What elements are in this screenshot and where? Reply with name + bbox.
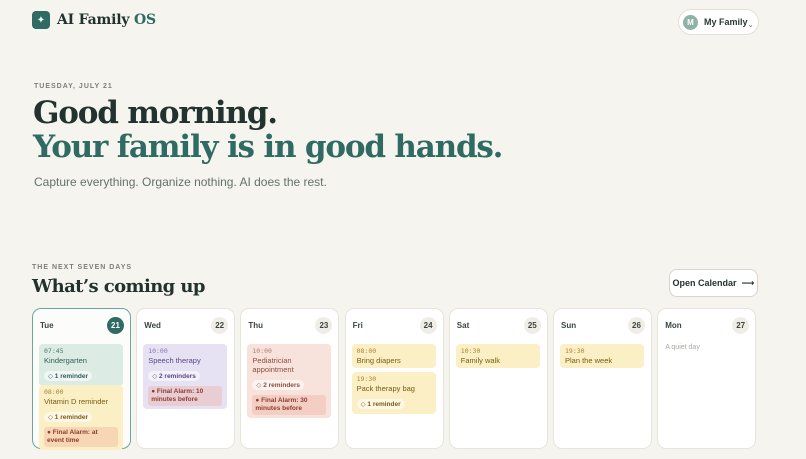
app-name: AI Family OS	[57, 12, 156, 28]
day-header: Wed 22	[144, 317, 229, 334]
event-title: Pediatrician appointment	[252, 356, 294, 374]
avatar: M	[683, 14, 698, 30]
app-name-main: AI Family	[57, 12, 130, 28]
event-time: 08:00	[356, 347, 377, 355]
event-time: 10:00	[252, 347, 272, 355]
day-card-mon[interactable]: Mon 27 A quiet day	[657, 308, 757, 449]
day-card-thu[interactable]: Thu 23 10:00 Pediatrician appointment ◇ 2 re…	[240, 308, 340, 449]
event-title: Family walk	[460, 356, 500, 365]
day-number: 27	[732, 317, 750, 334]
day-name: Wed	[144, 321, 161, 330]
empty-day-text: A quiet day	[665, 344, 700, 351]
arrow-right-icon: ⟶	[741, 277, 755, 288]
reminder-badge: ◇ 2 reminders	[148, 371, 200, 381]
day-card-sun[interactable]: Sun 26 19:30 Plan the week	[553, 308, 652, 449]
event-title: Speech therapy	[148, 356, 201, 365]
event-card[interactable]: 19:30 Pack therapy bag ◇ 1 reminder	[351, 372, 436, 414]
day-number: 24	[419, 317, 437, 334]
open-calendar-label: Open Calendar	[672, 278, 737, 288]
event-time: 10:30	[460, 347, 481, 355]
family-switcher-button[interactable]: M My Family ⌄	[678, 9, 759, 35]
final-alarm-badge: ● Final Alarm: 10 minutes before	[148, 386, 223, 406]
reminder-badge: ◇ 1 reminder	[44, 412, 93, 422]
current-date: TUESDAY, JULY 21	[34, 83, 113, 90]
day-name: Tue	[40, 321, 54, 330]
event-card[interactable]: 10:00 Pediatrician appointment ◇ 2 reminde…	[247, 344, 332, 418]
greeting-heading: Good morning.	[33, 95, 278, 131]
reminder-badge: ◇ 1 reminder	[44, 371, 93, 381]
day-number: 25	[523, 317, 541, 334]
day-name: Mon	[665, 321, 682, 330]
day-number: 22	[211, 317, 229, 334]
final-alarm-badge: ● Final Alarm: at event time	[44, 427, 118, 447]
event-card[interactable]: 10:30 Family walk	[455, 344, 540, 368]
event-card[interactable]: 10:00 Speech therapy ◇ 2 reminders ● Final …	[143, 344, 228, 409]
app-logo[interactable]: ✦ AI Family OS	[32, 11, 156, 29]
day-number: 23	[315, 317, 333, 334]
day-name: Fri	[352, 321, 363, 330]
day-card-sat[interactable]: Sat 25 10:30 Family walk	[448, 308, 548, 449]
event-title: Kindergarten	[44, 356, 87, 365]
day-card-wed[interactable]: Wed 22 10:00 Speech therapy ◇ 2 reminders ● F…	[136, 308, 236, 449]
event-time: 08:00	[44, 388, 64, 396]
day-header: Tue 21	[40, 317, 124, 334]
event-card[interactable]: 19:30 Plan the week	[560, 344, 644, 368]
day-name: Thu	[248, 321, 264, 330]
day-number: 21	[107, 317, 124, 334]
event-time: 19:30	[565, 347, 585, 355]
family-label: My Family	[704, 17, 748, 27]
event-time: 07:45	[44, 347, 64, 355]
event-title: Pack therapy bag	[356, 384, 415, 393]
chevron-down-icon: ⌄	[747, 20, 754, 29]
reminder-badge: ◇ 1 reminder	[356, 399, 405, 409]
event-title: Bring diapers	[356, 356, 401, 365]
week-strip: Tue 21 07:45 Kindergarten ◇ 1 reminder 08:00 V…	[32, 308, 758, 450]
app-header: ✦ AI Family OS M My Family ⌄	[32, 9, 759, 35]
tagline: Capture everything. Organize nothing. AI…	[34, 175, 327, 189]
section-label: THE NEXT SEVEN DAYS	[32, 264, 133, 271]
day-header: Fri 24	[352, 317, 437, 334]
sparkle-icon: ✦	[32, 11, 50, 29]
event-title: Plan the week	[565, 356, 613, 365]
event-time: 10:00	[148, 347, 168, 355]
final-alarm-badge: ● Final Alarm: 30 minutes before	[252, 395, 327, 415]
day-header: Mon 27	[665, 317, 750, 334]
open-calendar-button[interactable]: Open Calendar ⟶	[669, 269, 758, 297]
event-title: Vitamin D reminder	[44, 397, 109, 406]
day-name: Sat	[456, 321, 470, 330]
event-card[interactable]: 08:00 Bring diapers	[351, 344, 436, 368]
day-header: Sat 25	[456, 317, 541, 334]
day-card-fri[interactable]: Fri 24 08:00 Bring diapers 19:30 Pack therapy…	[344, 308, 444, 449]
section-title: What’s coming up	[32, 276, 205, 297]
event-card[interactable]: 08:00 Vitamin D reminder ◇ 1 reminder ● Fin…	[39, 385, 123, 450]
day-header: Sun 26	[561, 317, 645, 334]
day-header: Thu 23	[248, 317, 333, 334]
event-time: 19:30	[356, 375, 377, 383]
event-card[interactable]: 07:45 Kindergarten ◇ 1 reminder	[39, 344, 123, 386]
day-card-tue[interactable]: Tue 21 07:45 Kindergarten ◇ 1 reminder 08:00 V…	[32, 308, 131, 450]
day-number: 26	[628, 317, 645, 334]
day-name: Sun	[561, 321, 577, 330]
reminder-badge: ◇ 2 reminders	[252, 380, 305, 390]
app-name-accent: OS	[134, 12, 156, 28]
greeting-subheading: Your family is in good hands.	[33, 129, 503, 165]
